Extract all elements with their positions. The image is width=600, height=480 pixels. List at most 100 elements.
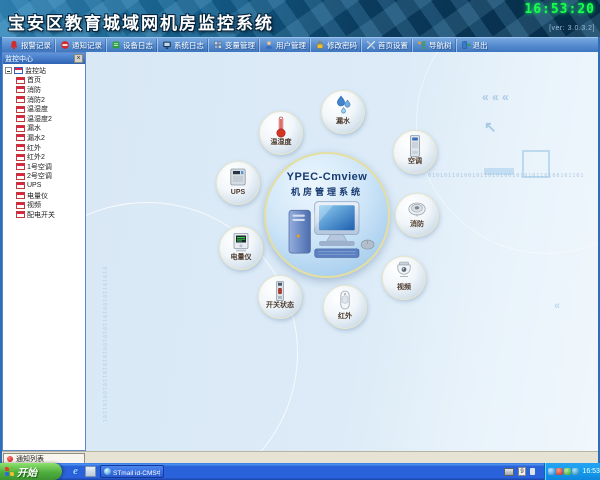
variable-grid-icon [213, 40, 223, 50]
tree-item-ups[interactable]: UPS [16, 181, 85, 191]
breaker-switch-icon [270, 280, 290, 302]
tray-alert-icon[interactable] [556, 468, 563, 475]
digital-clock: 16:53:20 [524, 2, 595, 17]
device-icon [16, 86, 25, 93]
device-icon [16, 173, 25, 180]
diagram-node-temp-humidity[interactable]: 温湿度 [259, 111, 303, 155]
device-icon [16, 96, 25, 103]
nav-tree-button[interactable]: 导航树 [412, 39, 456, 52]
system-log-icon [162, 40, 172, 50]
water-drop-icon [333, 94, 353, 118]
task-app-icon [104, 468, 111, 475]
device-icon [16, 154, 25, 161]
homepage-settings-button[interactable]: 首页设置 [361, 39, 412, 52]
tree-item-ac1[interactable]: 1号空调 [16, 162, 85, 172]
start-button[interactable]: 开始 [0, 463, 62, 480]
diagram-node-power-meter[interactable]: 电量仪 [219, 226, 263, 270]
tray-app-icon[interactable] [572, 468, 579, 475]
bottom-tab-strip: 通知列表 [2, 451, 598, 463]
background-binary: 010101101001011010100101010110100101101 [428, 173, 584, 179]
background-arrow: ↖ [484, 118, 497, 136]
system-log-button[interactable]: 系统日志 [157, 39, 208, 52]
device-icon [16, 125, 25, 132]
sidebar-header: 监控中心 × [3, 53, 85, 64]
alarm-records-button[interactable]: 报警记录 [5, 39, 55, 52]
dome-camera-icon [394, 260, 414, 284]
device-icon [16, 134, 25, 141]
system-tray: 16:53 [544, 463, 600, 480]
hub-title: YPEC-Cmview [266, 171, 388, 183]
tree-item-power-meter[interactable]: 电量仪 [16, 191, 85, 201]
diagram-node-air-conditioner[interactable]: 空调 [393, 130, 437, 174]
device-log-button[interactable]: 设备日志 [106, 39, 157, 52]
battery-icon[interactable]: 9 [518, 467, 526, 476]
infrared-sensor-icon [335, 289, 355, 313]
tree-item-power-switch[interactable]: 配电开关 [16, 210, 85, 220]
background-ring [86, 202, 298, 451]
tree-root-station[interactable]: 监控站 [5, 66, 85, 76]
device-icon [16, 106, 25, 113]
background-square [522, 150, 550, 178]
device-icon [16, 211, 25, 218]
variable-manage-button[interactable]: 变量管理 [208, 39, 259, 52]
internet-explorer-icon[interactable]: e [70, 466, 81, 477]
diagram-node-video[interactable]: 视频 [382, 256, 426, 300]
tree-item-infrared2[interactable]: 红外2 [16, 152, 85, 162]
background-ring [416, 52, 598, 254]
tree-item-homepage[interactable]: 首页 [16, 76, 85, 86]
exit-button[interactable]: 退出 [456, 39, 492, 52]
user-manage-button[interactable]: 用户管理 [259, 39, 310, 52]
diagram-node-ups[interactable]: UPS [216, 161, 260, 205]
tree-item-video[interactable]: 视频 [16, 200, 85, 210]
device-log-icon [111, 40, 121, 50]
notice-dot-icon [7, 456, 13, 462]
background-chevron: « [554, 300, 560, 312]
exit-door-icon [461, 40, 471, 50]
volume-icon[interactable] [530, 468, 535, 475]
power-meter-icon [231, 230, 251, 254]
notice-icon [60, 40, 70, 50]
user-icon [264, 40, 274, 50]
center-hub: YPEC-Cmview 机房管理系统 [264, 152, 390, 278]
tray-status-icon[interactable] [564, 468, 571, 475]
tree-item-leak2[interactable]: 漏水2 [16, 133, 85, 143]
device-icon [16, 182, 25, 189]
tree-item-ac2[interactable]: 2号空调 [16, 172, 85, 182]
title-bar: 宝安区教育城域网机房监控系统 16:53:20 [ver: 3.0.3.2] [0, 0, 600, 37]
tree-item-leak[interactable]: 漏水 [16, 124, 85, 134]
app-window: 宝安区教育城域网机房监控系统 16:53:20 [ver: 3.0.3.2] 报… [0, 0, 600, 480]
change-password-button[interactable]: 修改密码 [310, 39, 361, 52]
diagram-node-fire[interactable]: 消防 [395, 193, 439, 237]
sidebar-panel: 监控中心 × 监控站 首页 消防 消防2 温湿度 温湿度2 漏水 漏水2 红外 … [2, 52, 86, 451]
close-icon[interactable]: × [74, 54, 83, 63]
collapse-icon[interactable] [5, 67, 12, 74]
sidebar-title: 监控中心 [5, 54, 33, 64]
tray-network-icon[interactable] [548, 468, 555, 475]
monitor-tree: 监控站 首页 消防 消防2 温湿度 温湿度2 漏水 漏水2 红外 红外2 1号空… [3, 64, 85, 220]
diagram-node-infrared[interactable]: 红外 [323, 285, 367, 329]
tree-item-infrared[interactable]: 红外 [16, 143, 85, 153]
version-label: [ver: 3.0.3.2] [549, 25, 595, 32]
notice-records-button[interactable]: 通知记录 [55, 39, 106, 52]
device-icon [16, 115, 25, 122]
main-dashboard: 010101101001011010100101010110100101101 … [86, 52, 598, 451]
background-binary: 010101101001011010100101010110100101101 [101, 267, 107, 423]
tools-icon [366, 40, 376, 50]
tree-item-temp-humidity2[interactable]: 温湿度2 [16, 114, 85, 124]
device-icon [16, 202, 25, 209]
tree-item-fire[interactable]: 消防 [16, 85, 85, 95]
show-desktop-icon[interactable] [85, 466, 96, 477]
taskbar: 开始 e STmail id-CMS中... 9 16:53 [0, 463, 600, 480]
device-icon [16, 163, 25, 170]
thermometer-icon [271, 115, 291, 139]
lock-icon [315, 40, 325, 50]
printer-icon[interactable] [504, 468, 514, 476]
taskbar-task-button[interactable]: STmail id-CMS中... [100, 465, 164, 478]
diagram-node-water-leak[interactable]: 漏水 [321, 90, 365, 134]
tree-item-temp-humidity[interactable]: 温湿度 [16, 104, 85, 114]
tree-item-fire2[interactable]: 消防2 [16, 95, 85, 105]
device-icon [16, 77, 25, 84]
alarm-bell-icon [9, 40, 19, 50]
background-chevrons: « « « [482, 90, 509, 104]
diagram-node-switch-status[interactable]: 开关状态 [258, 275, 302, 319]
